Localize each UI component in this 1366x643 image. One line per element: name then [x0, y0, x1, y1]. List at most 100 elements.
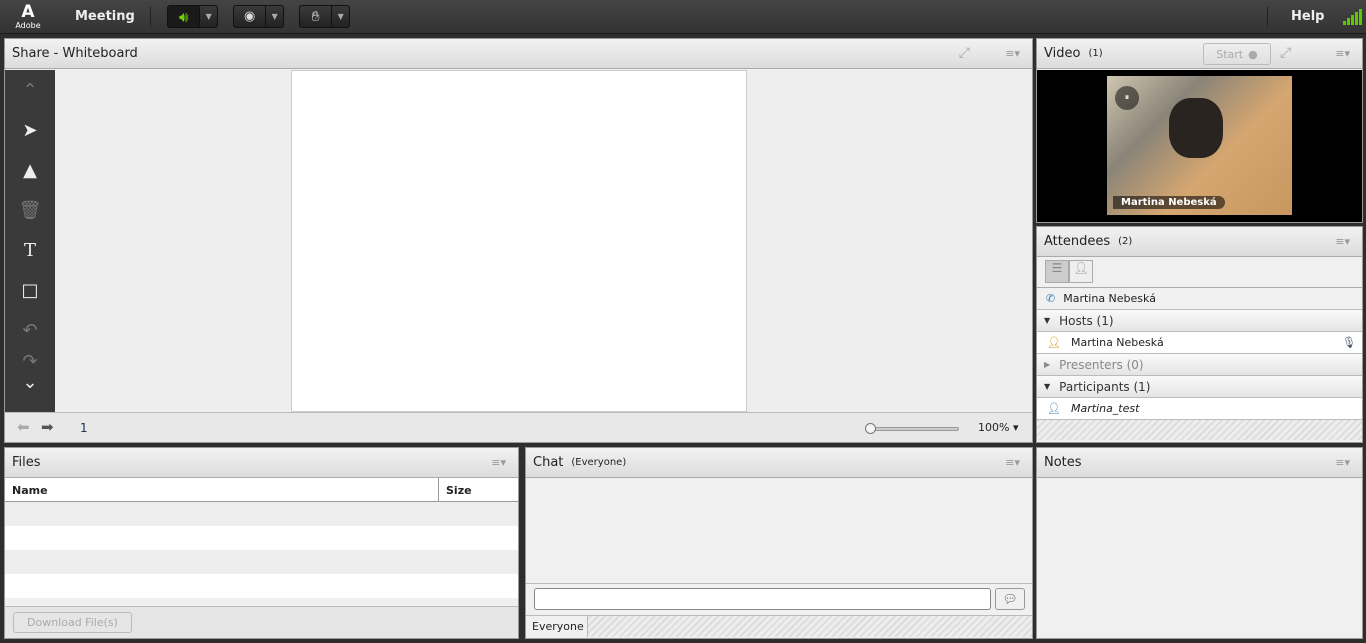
select-tool-icon[interactable]: ➤ [5, 110, 55, 150]
hosts-group[interactable]: ▼ Hosts (1) [1037, 310, 1362, 332]
chat-input[interactable] [534, 588, 991, 610]
participant-icon: 👤︎ [1047, 402, 1061, 415]
phone-icon: ✆ [1046, 292, 1056, 305]
audio-button[interactable]: 🔊︎ ▼ [167, 5, 218, 28]
attendee-name: Martina_test [1070, 402, 1140, 415]
chat-input-bar: 💬︎ [526, 583, 1032, 615]
connection-signal-icon [1343, 9, 1362, 25]
notes-area[interactable] [1037, 478, 1362, 636]
webcam-icon: ◉ [244, 9, 256, 24]
participant-row[interactable]: 👤︎ Martina_test [1037, 398, 1362, 420]
video-feed: ⏸ Martina Nebeská [1107, 76, 1292, 215]
pod-menu-icon[interactable]: ≡▾ [1335, 235, 1350, 248]
chat-scope: (Everyone) [571, 457, 627, 468]
undo-icon[interactable]: ↶ [5, 310, 55, 350]
pod-menu-icon[interactable]: ≡▾ [1335, 47, 1350, 60]
marker-tool-icon[interactable]: ▲ [5, 150, 55, 190]
phone-attendee[interactable]: ✆ Martina Nebeská [1037, 288, 1362, 310]
scroll-down-icon[interactable]: ⌄ [5, 372, 55, 393]
attendees-pod: Attendees (2) ≡▾ ☰ 👤︎ ✆ Martina Nebeská ▼ Hos… [1036, 226, 1363, 443]
pod-title: Attendees [1044, 234, 1111, 249]
meeting-menu[interactable]: Meeting [75, 9, 135, 24]
start-video-button[interactable]: Start ● [1203, 43, 1271, 65]
group-label: Hosts (1) [1059, 313, 1114, 328]
pod-title: Share - Whiteboard [12, 46, 138, 61]
chat-messages [526, 478, 1032, 583]
share-footer: ⬅ ➡ 1 100% ▾ [5, 412, 1032, 442]
attendee-name: Martina Nebeská [1063, 292, 1156, 305]
participant-image [1169, 98, 1223, 158]
redo-icon[interactable]: ↷ [5, 350, 55, 372]
list-filler [1037, 420, 1362, 440]
pod-title: Video [1044, 46, 1081, 61]
video-pod: Video (1) Start ● ⤢ ≡▾ ⏸ Martina Nebeská [1036, 38, 1363, 223]
chat-tabs: Everyone [526, 615, 1032, 637]
files-table-header: Name Size [5, 478, 518, 502]
zoom-value: 100% [978, 421, 1010, 434]
host-icon: 👤︎ [1047, 336, 1061, 349]
webcam-icon: ● [1248, 47, 1258, 61]
speaker-icon: 🔊︎ [168, 6, 200, 27]
participants-group[interactable]: ▼ Participants (1) [1037, 376, 1362, 398]
pod-header: Attendees (2) ≡▾ [1037, 227, 1362, 257]
chevron-down-icon[interactable]: ▼ [331, 6, 349, 27]
pod-header: Share - Whiteboard ⤢ ≡▾ [5, 39, 1032, 69]
status-button[interactable]: ✋︎ ▼ [299, 5, 350, 28]
pod-title: Chat [533, 455, 564, 470]
whiteboard-area[interactable] [55, 70, 1032, 412]
pod-header: Files ≡▾ [5, 448, 518, 478]
pod-title: Files [12, 455, 41, 470]
zoom-slider-handle[interactable] [865, 423, 876, 434]
raise-hand-icon: ✋︎ [311, 8, 320, 25]
page-number[interactable]: 1 [80, 421, 88, 435]
fullscreen-icon[interactable]: ⤢ [1280, 45, 1291, 61]
whiteboard-toolbar: ⌃ ➤ ▲ 🗑︎ T □ ↶ ↷ ⌄ [5, 70, 55, 412]
pod-menu-icon[interactable]: ≡▾ [1005, 47, 1020, 60]
view-toggle: ☰ 👤︎ [1037, 257, 1362, 288]
group-label: Presenters (0) [1059, 357, 1144, 372]
help-menu[interactable]: Help [1291, 9, 1324, 24]
list-view-icon[interactable]: ☰ [1045, 260, 1069, 283]
pod-menu-icon[interactable]: ≡▾ [1335, 456, 1350, 469]
tab-everyone[interactable]: Everyone [526, 616, 588, 637]
pod-count: (2) [1118, 236, 1133, 247]
video-area: ⏸ Martina Nebeská [1037, 70, 1362, 222]
start-label: Start [1216, 47, 1244, 61]
files-footer: Download File(s) [5, 606, 518, 638]
column-size[interactable]: Size [439, 478, 479, 501]
rectangle-tool-icon[interactable]: □ [5, 270, 55, 310]
top-bar: A Adobe Meeting 🔊︎ ▼ ◉ ▼ ✋︎ ▼ Help [0, 0, 1366, 34]
zoom-slider[interactable] [865, 423, 959, 434]
previous-page-icon[interactable]: ⬅ [17, 418, 30, 436]
files-pod: Files ≡▾ Name Size Download File(s) [4, 447, 519, 639]
pod-header: Chat (Everyone) ≡▾ [526, 448, 1032, 478]
presenters-group[interactable]: ▶ Presenters (0) [1037, 354, 1362, 376]
zoom-select[interactable]: 100% ▾ [978, 421, 1018, 434]
pod-menu-icon[interactable]: ≡▾ [1005, 456, 1020, 469]
download-files-button[interactable]: Download File(s) [13, 612, 132, 633]
next-page-icon[interactable]: ➡ [41, 418, 54, 436]
adobe-logo: A Adobe [15, 2, 41, 30]
share-pod: Share - Whiteboard ⤢ ≡▾ ⌃ ➤ ▲ 🗑︎ T □ ↶ ↷… [4, 38, 1033, 443]
send-message-icon[interactable]: 💬︎ [995, 588, 1025, 610]
pod-header: Video (1) Start ● ⤢ ≡▾ [1037, 39, 1362, 69]
host-row[interactable]: 👤︎ Martina Nebeská 🎙︎ [1037, 332, 1362, 354]
pod-title: Notes [1044, 455, 1082, 470]
whiteboard-canvas[interactable] [291, 70, 747, 412]
chat-pod: Chat (Everyone) ≡▾ 💬︎ Everyone [525, 447, 1033, 639]
pause-video-icon[interactable]: ⏸ [1115, 86, 1139, 110]
card-view-icon[interactable]: 👤︎ [1069, 260, 1093, 283]
expand-icon: ▶ [1044, 360, 1051, 369]
pod-header: Notes ≡▾ [1037, 448, 1362, 478]
scroll-up-icon[interactable]: ⌃ [5, 70, 55, 110]
fullscreen-icon[interactable]: ⤢ [959, 45, 970, 61]
pod-count: (1) [1088, 48, 1103, 59]
attendee-name: Martina Nebeská [1070, 336, 1164, 349]
text-tool-icon[interactable]: T [5, 230, 55, 270]
webcam-button[interactable]: ◉ ▼ [233, 5, 284, 28]
chevron-down-icon[interactable]: ▼ [265, 6, 283, 27]
trash-icon[interactable]: 🗑︎ [5, 190, 55, 230]
pod-menu-icon[interactable]: ≡▾ [491, 456, 506, 469]
column-name[interactable]: Name [5, 478, 439, 501]
chevron-down-icon[interactable]: ▼ [199, 6, 217, 27]
